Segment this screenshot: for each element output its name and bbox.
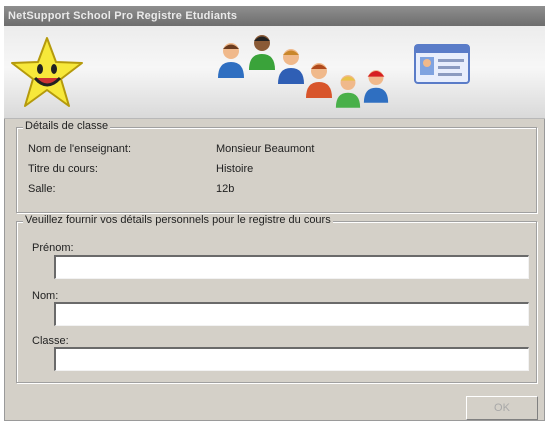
class-details-legend: Détails de classe xyxy=(23,120,111,132)
lastname-label: Nom: xyxy=(32,290,59,302)
student-icon xyxy=(218,43,244,78)
firstname-label: Prénom: xyxy=(32,242,74,254)
teacher-label: Nom de l'enseignant: xyxy=(28,143,131,155)
student-icon xyxy=(335,75,361,108)
registration-dialog: NetSupport School Pro Registre Etudiants xyxy=(4,6,545,421)
student-icon xyxy=(249,35,275,70)
student-icon xyxy=(363,70,389,103)
id-card-icon xyxy=(414,44,470,84)
star-mascot-icon xyxy=(11,37,83,107)
room-label: Salle: xyxy=(28,183,56,195)
student-icon xyxy=(306,63,332,98)
ok-button[interactable]: OK xyxy=(466,396,538,420)
personal-details-legend: Veuillez fournir vos détails personnels … xyxy=(23,214,333,226)
lastname-input[interactable] xyxy=(54,302,529,326)
class-input[interactable] xyxy=(54,347,529,371)
course-value: Histoire xyxy=(216,163,254,175)
class-label: Classe: xyxy=(32,335,69,347)
student-icon xyxy=(278,49,304,84)
course-label: Titre du cours: xyxy=(28,163,98,175)
room-value: 12b xyxy=(216,183,235,195)
firstname-input[interactable] xyxy=(54,255,529,279)
window-title: NetSupport School Pro Registre Etudiants xyxy=(8,10,238,22)
banner xyxy=(4,26,545,119)
title-bar[interactable]: NetSupport School Pro Registre Etudiants xyxy=(4,6,545,26)
teacher-value: Monsieur Beaumont xyxy=(216,143,315,155)
